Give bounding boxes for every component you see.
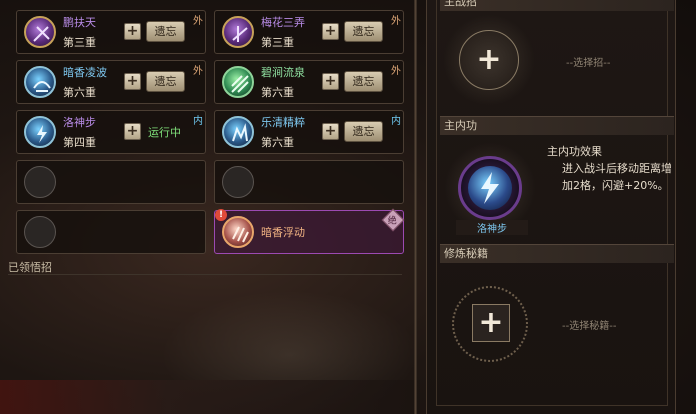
forget-button[interactable]: 遗忘 xyxy=(146,71,185,92)
skill-level: 第四重 xyxy=(63,136,96,149)
ultimate-tag-label: 绝 xyxy=(387,216,397,227)
inner-skill-name: 洛神步 xyxy=(456,220,528,235)
ultimate-skill-slot[interactable]: ! 暗香浮动 绝 xyxy=(214,208,405,254)
forget-button[interactable]: 遗忘 xyxy=(344,71,383,92)
skill-name: 乐清精粹 xyxy=(261,116,305,129)
effect-description: 进入战斗后移动距离增加2格，闪避+20%。 xyxy=(562,162,672,192)
type-tag: 外 xyxy=(193,16,203,27)
skill-slot[interactable]: 洛神步 第四重 + 运行中 内 xyxy=(16,110,206,154)
skill-icon xyxy=(24,66,56,98)
skill-name: 洛神步 xyxy=(63,116,96,129)
skill-name: 碧涧流泉 xyxy=(261,66,305,79)
upgrade-button[interactable]: + xyxy=(322,123,339,140)
ultimate-tag: 绝 xyxy=(381,208,405,232)
empty-icon xyxy=(24,166,56,198)
skill-level: 第三重 xyxy=(63,36,96,49)
upgrade-button[interactable]: + xyxy=(124,73,141,90)
effect-title: 主内功效果 xyxy=(547,145,602,158)
type-tag: 外 xyxy=(193,66,203,77)
skill-name: 梅花三弄 xyxy=(261,16,305,29)
running-status: 运行中 xyxy=(148,126,181,139)
forget-button[interactable]: 遗忘 xyxy=(344,121,383,142)
skill-name: 暗香凌波 xyxy=(63,66,107,79)
skill-name: 暗香浮动 xyxy=(261,226,305,239)
select-book-hint: --选择秘籍-- xyxy=(562,321,617,332)
skill-slot[interactable]: 梅花三弄 第三重 + 遗忘 外 xyxy=(214,10,404,54)
upgrade-button[interactable]: + xyxy=(322,23,339,40)
select-move-hint: --选择招-- xyxy=(566,58,611,69)
skill-name: 鹏扶天 xyxy=(63,16,96,29)
empty-icon xyxy=(222,166,254,198)
claw-icon xyxy=(222,216,254,248)
skill-level: 第六重 xyxy=(261,86,294,99)
type-tag: 内 xyxy=(391,116,401,127)
type-tag: 外 xyxy=(391,66,401,77)
skill-level: 第六重 xyxy=(261,136,294,149)
skill-level: 第六重 xyxy=(63,86,96,99)
add-book-button[interactable]: + xyxy=(476,308,506,338)
inner-skill-slot[interactable] xyxy=(444,142,536,234)
upgrade-button[interactable]: + xyxy=(322,73,339,90)
type-tag: 内 xyxy=(193,116,203,127)
skill-slot[interactable]: 乐清精粹 第六重 + 遗忘 内 xyxy=(214,110,404,154)
skill-level: 第三重 xyxy=(261,36,294,49)
empty-icon xyxy=(24,216,56,248)
skill-icon xyxy=(24,16,56,48)
background-strip xyxy=(0,380,420,414)
divider-line xyxy=(8,274,402,275)
section-header-secret-book: 修炼秘籍 xyxy=(440,244,674,263)
skill-slot[interactable]: 碧涧流泉 第六重 + 遗忘 外 xyxy=(214,60,404,104)
forget-button[interactable]: 遗忘 xyxy=(146,21,185,42)
lightning-icon xyxy=(24,116,56,148)
section-header-main-move: 主战招 xyxy=(440,0,674,11)
empty-slot[interactable] xyxy=(16,160,206,204)
alert-icon: ! xyxy=(215,209,227,221)
forget-button[interactable]: 遗忘 xyxy=(344,21,383,42)
skill-icon xyxy=(222,66,254,98)
panel-divider xyxy=(414,0,417,414)
skill-icon xyxy=(222,16,254,48)
section-header-inner-skill: 主内功 xyxy=(440,116,674,135)
type-tag: 外 xyxy=(391,16,401,27)
upgrade-button[interactable]: + xyxy=(124,123,141,140)
lightning-icon xyxy=(468,166,512,210)
empty-slot[interactable] xyxy=(214,160,404,204)
empty-slot[interactable] xyxy=(16,210,206,254)
skill-slot[interactable]: 鹏扶天 第三重 + 遗忘 外 xyxy=(16,10,206,54)
upgrade-button[interactable]: + xyxy=(124,23,141,40)
learned-label: 已领悟招 xyxy=(8,261,52,274)
skill-slot[interactable]: 暗香凌波 第六重 + 遗忘 外 xyxy=(16,60,206,104)
add-main-move-button[interactable]: + xyxy=(474,45,504,75)
skill-icon xyxy=(222,116,254,148)
